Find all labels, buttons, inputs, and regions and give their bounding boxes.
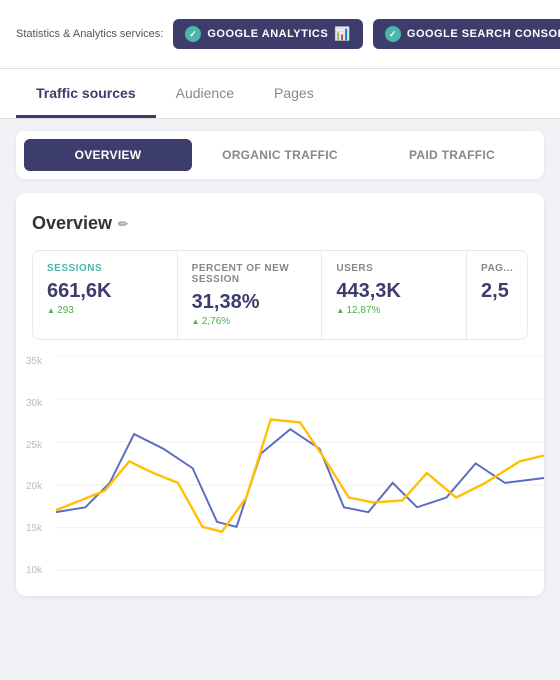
google-analytics-label: GOOGLE ANALYTICS xyxy=(207,28,328,40)
sub-tab-overview[interactable]: OVERVIEW xyxy=(24,139,192,171)
percent-change: 2,76% xyxy=(192,316,308,327)
pageviews-value: 2,5 xyxy=(481,280,513,303)
y-label-30k: 30k xyxy=(26,398,42,409)
google-analytics-button[interactable]: GOOGLE ANALYTICS 📊 xyxy=(173,19,363,49)
blue-line xyxy=(56,429,544,527)
metric-pageviews: PAG... 2,5 xyxy=(467,251,527,339)
sub-tabs: OVERVIEW ORGANIC TRAFFIC PAID TRAFFIC xyxy=(16,131,544,179)
y-label-10k: 10k xyxy=(26,565,42,576)
tab-audience[interactable]: Audience xyxy=(156,69,254,118)
check-icon-gsc xyxy=(385,26,401,42)
users-change: 12,87% xyxy=(336,305,452,316)
services-section: Statistics & Analytics services: GOOGLE … xyxy=(16,19,560,49)
metric-users: USERS 443,3K 12,87% xyxy=(322,251,467,339)
sub-tab-organic-traffic[interactable]: ORGANIC TRAFFIC xyxy=(196,139,364,171)
sessions-value: 661,6K xyxy=(47,280,163,303)
chart-area: 35k 30k 25k 20k 15k 10k xyxy=(16,356,544,596)
tab-pages[interactable]: Pages xyxy=(254,69,334,118)
content-area: OVERVIEW ORGANIC TRAFFIC PAID TRAFFIC Ov… xyxy=(0,119,560,608)
pageviews-label: PAG... xyxy=(481,263,513,274)
metric-sessions: SESSIONS 661,6K 293 xyxy=(33,251,178,339)
sessions-label: SESSIONS xyxy=(47,263,163,274)
main-tabs: Traffic sources Audience Pages xyxy=(0,69,560,119)
analytics-icon: 📊 xyxy=(334,26,351,42)
y-label-35k: 35k xyxy=(26,356,42,367)
tab-traffic-sources[interactable]: Traffic sources xyxy=(16,69,156,118)
y-label-20k: 20k xyxy=(26,481,42,492)
google-search-console-button[interactable]: GOOGLE SEARCH CONSOLE G xyxy=(373,19,560,49)
percent-value: 31,38% xyxy=(192,291,308,314)
y-label-15k: 15k xyxy=(26,523,42,534)
check-icon-ga xyxy=(185,26,201,42)
services-label: Statistics & Analytics services: xyxy=(16,28,163,40)
metrics-row: SESSIONS 661,6K 293 PERCENT OF NEW SESSI… xyxy=(32,250,528,340)
line-chart xyxy=(56,356,544,571)
sub-tab-paid-traffic[interactable]: PAID TRAFFIC xyxy=(368,139,536,171)
percent-label: PERCENT OF NEW SESSION xyxy=(192,263,308,285)
users-value: 443,3K xyxy=(336,280,452,303)
overview-card: Overview ✏ SESSIONS 661,6K 293 PERCENT O… xyxy=(16,193,544,596)
metric-percent-new: PERCENT OF NEW SESSION 31,38% 2,76% xyxy=(178,251,323,339)
y-label-25k: 25k xyxy=(26,440,42,451)
top-bar: Statistics & Analytics services: GOOGLE … xyxy=(0,0,560,69)
chart-y-labels: 35k 30k 25k 20k 15k 10k xyxy=(26,356,42,576)
edit-icon[interactable]: ✏ xyxy=(118,217,128,231)
sessions-change: 293 xyxy=(47,305,163,316)
overview-title: Overview ✏ xyxy=(32,213,528,234)
google-search-console-label: GOOGLE SEARCH CONSOLE xyxy=(407,28,560,40)
users-label: USERS xyxy=(336,263,452,274)
